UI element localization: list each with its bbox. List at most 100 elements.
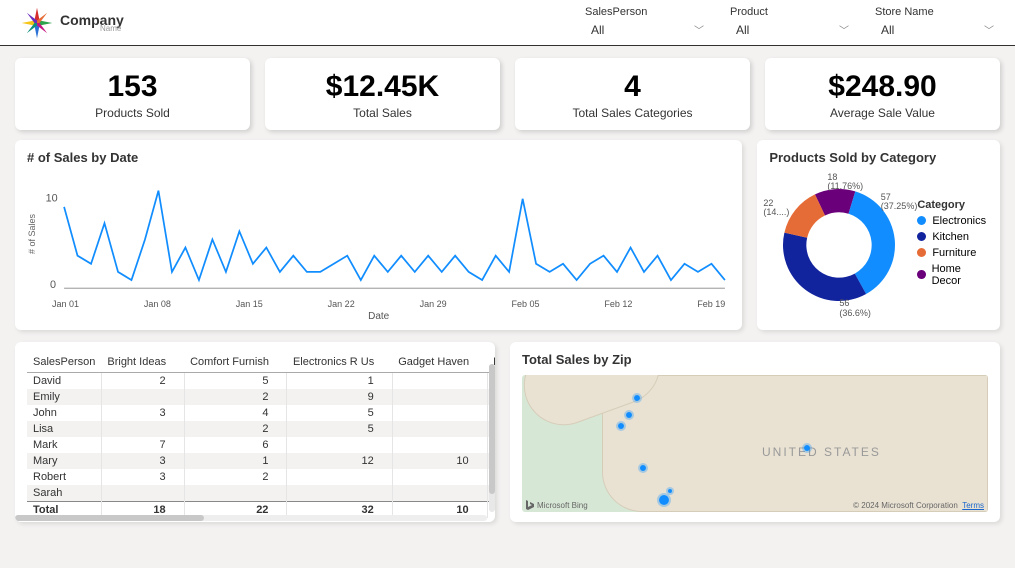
bottom-row: SalesPerson Bright Ideas Comfort Furnish… <box>0 342 1015 534</box>
x-tick: Feb 19 <box>697 299 725 309</box>
filter-label: Product <box>730 6 855 18</box>
kpi-total-sales[interactable]: $12.45K Total Sales <box>265 58 500 130</box>
kpi-label: Average Sale Value <box>771 106 994 120</box>
chevron-down-icon: ﹀ <box>984 22 994 37</box>
map-point[interactable] <box>657 493 671 507</box>
kpi-value: $12.45K <box>271 70 494 104</box>
table-row[interactable]: Mark76 <box>27 437 495 453</box>
legend-item-homedecor[interactable]: Home Decor <box>917 263 988 287</box>
swatch-icon <box>917 232 926 241</box>
legend-item-electronics[interactable]: Electronics <box>917 215 988 227</box>
logo-text-sub: Name <box>100 25 124 33</box>
x-tick: Jan 08 <box>144 299 171 309</box>
table-row[interactable]: Lisa25 <box>27 421 495 437</box>
logo: Company Name <box>20 6 124 40</box>
slice-label-furniture: 22(14....) <box>763 199 789 219</box>
x-tick: Feb 05 <box>511 299 539 309</box>
swatch-icon <box>917 270 925 279</box>
kpi-avg-sale[interactable]: $248.90 Average Sale Value <box>765 58 1000 130</box>
map-terms-link[interactable]: Terms <box>962 501 984 510</box>
select-value: All <box>881 23 894 37</box>
kpi-categories[interactable]: 4 Total Sales Categories <box>515 58 750 130</box>
map-point[interactable] <box>632 393 642 403</box>
slice-label-homedecor: 18(11.76%) <box>827 173 863 193</box>
legend-title: Category <box>917 199 988 211</box>
chart-title: Products Sold by Category <box>769 150 988 165</box>
col-header[interactable]: Comfort Furnish <box>184 352 287 373</box>
swatch-icon <box>917 248 926 257</box>
table-horizontal-scrollbar[interactable] <box>15 514 487 522</box>
products-by-category-chart[interactable]: Products Sold by Category 18(11.76%) 57(… <box>757 140 1000 330</box>
filter-label: Store Name <box>875 6 1000 18</box>
x-ticks: Jan 01 Jan 08 Jan 15 Jan 22 Jan 29 Feb 0… <box>52 299 725 309</box>
legend-item-kitchen[interactable]: Kitchen <box>917 231 988 243</box>
kpi-value: $248.90 <box>771 70 994 104</box>
col-header[interactable]: Gadget Haven <box>392 352 487 373</box>
table-row[interactable]: Sarah <box>27 485 495 502</box>
kpi-products-sold[interactable]: 153 Products Sold <box>15 58 250 130</box>
salesperson-select[interactable]: All ﹀ <box>585 20 710 39</box>
chart-title: # of Sales by Date <box>27 150 730 165</box>
table-row[interactable]: David251 <box>27 373 495 390</box>
x-tick: Jan 29 <box>420 299 447 309</box>
table-row[interactable]: Robert32 <box>27 469 495 485</box>
table-row[interactable]: Emily29 <box>27 389 495 405</box>
x-tick: Feb 12 <box>604 299 632 309</box>
store-select[interactable]: All ﹀ <box>875 20 1000 39</box>
slice-label-electronics: 57(37.25%) <box>881 193 918 213</box>
filter-store: Store Name All ﹀ <box>875 6 1000 39</box>
bing-icon <box>526 500 534 510</box>
x-tick: Jan 01 <box>52 299 79 309</box>
map-point[interactable] <box>802 443 812 453</box>
slice-label-kitchen: 56(36.6%) <box>839 299 871 319</box>
svg-text:10: 10 <box>46 192 58 204</box>
x-axis-label: Date <box>27 311 730 322</box>
kpi-value: 153 <box>21 70 244 104</box>
country-label: UNITED STATES <box>762 445 881 459</box>
x-tick: Jan 15 <box>236 299 263 309</box>
line-chart-svg: 10 0 <box>37 169 730 299</box>
donut-svg: 18(11.76%) 57(37.25%) 56(36.6%) 22(14...… <box>769 175 909 315</box>
kpi-label: Total Sales Categories <box>521 106 744 120</box>
map-attribution-bing: Microsoft Bing <box>526 500 588 510</box>
kpi-value: 4 <box>521 70 744 104</box>
filter-bar: SalesPerson All ﹀ Product All ﹀ Store Na… <box>585 6 1000 39</box>
filter-label: SalesPerson <box>585 6 710 18</box>
table-row[interactable]: John345 <box>27 405 495 421</box>
map-point[interactable] <box>638 463 648 473</box>
table-vertical-scrollbar[interactable] <box>489 364 495 512</box>
map-attribution-copyright: © 2024 Microsoft Corporation Terms <box>853 501 984 510</box>
map-canvas[interactable]: UNITED STATES Microsoft Bing © 2024 Micr… <box>522 375 988 512</box>
filter-salesperson: SalesPerson All ﹀ <box>585 6 710 39</box>
kpi-label: Total Sales <box>271 106 494 120</box>
sales-matrix-table[interactable]: SalesPerson Bright Ideas Comfort Furnish… <box>15 342 495 522</box>
app-header: Company Name SalesPerson All ﹀ Product A… <box>0 0 1015 46</box>
select-value: All <box>591 23 604 37</box>
svg-text:0: 0 <box>50 279 56 291</box>
map-point[interactable] <box>616 421 626 431</box>
table-row[interactable]: Mary311210 <box>27 453 495 469</box>
logo-star-icon <box>20 6 54 40</box>
y-axis-label: # of Sales <box>27 169 37 299</box>
chevron-down-icon: ﹀ <box>694 22 704 37</box>
chart-title: Total Sales by Zip <box>522 352 988 367</box>
select-value: All <box>736 23 749 37</box>
col-header[interactable]: SalesPerson <box>27 352 101 373</box>
product-select[interactable]: All ﹀ <box>730 20 855 39</box>
swatch-icon <box>917 216 926 225</box>
legend: Category Electronics Kitchen Furniture H… <box>917 199 988 291</box>
kpi-label: Products Sold <box>21 106 244 120</box>
chevron-down-icon: ﹀ <box>839 22 849 37</box>
legend-item-furniture[interactable]: Furniture <box>917 247 988 259</box>
kpi-row: 153 Products Sold $12.45K Total Sales 4 … <box>0 46 1015 140</box>
x-tick: Jan 22 <box>328 299 355 309</box>
sales-by-zip-map[interactable]: Total Sales by Zip UNITED STATES Microso… <box>510 342 1000 522</box>
col-header[interactable]: Electronics R Us <box>287 352 392 373</box>
map-point[interactable] <box>624 410 634 420</box>
mid-row: # of Sales by Date # of Sales 10 0 Jan 0… <box>0 140 1015 342</box>
col-header[interactable]: Bright Ideas <box>101 352 184 373</box>
sales-table: SalesPerson Bright Ideas Comfort Furnish… <box>27 352 495 518</box>
filter-product: Product All ﹀ <box>730 6 855 39</box>
sales-by-date-chart[interactable]: # of Sales by Date # of Sales 10 0 Jan 0… <box>15 140 742 330</box>
map-point[interactable] <box>666 487 674 495</box>
